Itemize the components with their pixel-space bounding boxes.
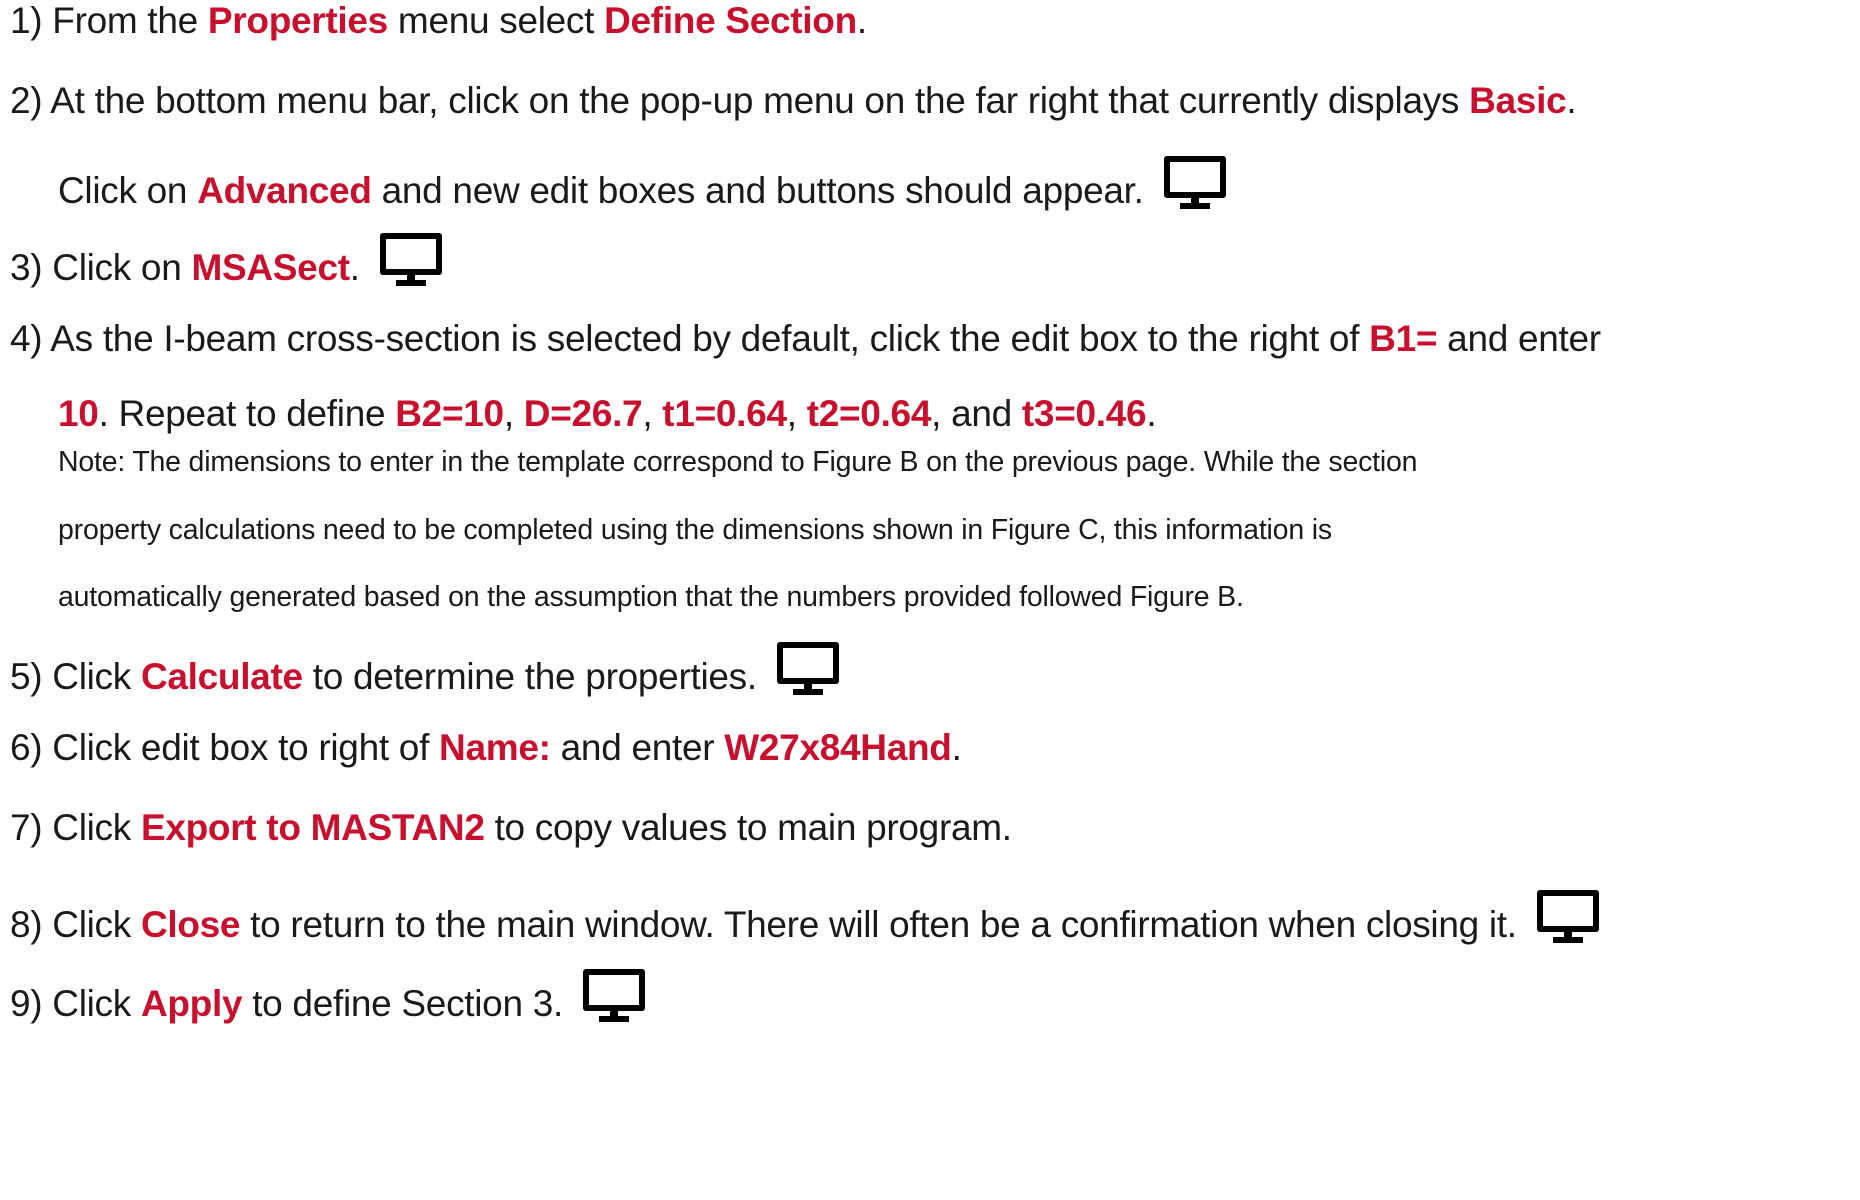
highlighted-term: t1=0.64 (662, 393, 787, 434)
highlighted-term: MSASect (191, 247, 350, 288)
step-text: to return to the main window. There will… (240, 904, 1517, 945)
note-line: property calculations need to be complet… (58, 514, 1332, 546)
highlighted-term: Define Section (604, 0, 857, 41)
highlighted-term: Basic (1469, 80, 1567, 121)
step-text: , (642, 393, 663, 434)
note-line: Note: The dimensions to enter in the tem… (58, 446, 1418, 478)
step-number: 1) (10, 0, 43, 41)
highlighted-term: Export to MASTAN2 (140, 807, 485, 848)
step-number: 7) (10, 807, 43, 848)
highlighted-term: 10 (58, 393, 99, 434)
step-text: Click on (58, 170, 198, 211)
highlighted-term: t2=0.64 (806, 393, 932, 434)
step-text: , and (931, 393, 1022, 434)
step-2-continued-line: Click on Advanced and new edit boxes and… (58, 155, 1228, 213)
step-number: 4) (10, 318, 43, 359)
highlighted-term: Close (140, 904, 241, 945)
monitor-icon[interactable] (775, 641, 841, 699)
highlighted-term: Properties (207, 0, 388, 41)
step-1-line: 1) From the Properties menu select Defin… (10, 0, 867, 42)
highlighted-term: B1= (1369, 318, 1438, 359)
step-text: . (1146, 393, 1157, 434)
step-text: and enter (1437, 318, 1601, 359)
step-number: 5) (10, 656, 43, 697)
step-text: Click (52, 656, 141, 697)
step-number: 2) (10, 80, 43, 121)
step-6-line: 6) Click edit box to right of Name: and … (10, 727, 962, 769)
step-text: As the I-beam cross-section is selected … (50, 318, 1370, 359)
step-number: 6) (10, 727, 43, 768)
step-text: From the (52, 0, 208, 41)
step-text: , (786, 393, 807, 434)
step-text: to copy values to main program. (484, 807, 1012, 848)
step-text: Click (52, 983, 141, 1024)
step-text: . (856, 0, 867, 41)
step-text: , (503, 393, 524, 434)
step-8-line: 8) Click Close to return to the main win… (10, 889, 1601, 947)
step-text: . Repeat to define (98, 393, 396, 434)
step-4-line: 4) As the I-beam cross-section is select… (10, 318, 1601, 360)
highlighted-term: t3=0.46 (1021, 393, 1147, 434)
step-number: 8) (10, 904, 43, 945)
step-text: and new edit boxes and buttons should ap… (371, 170, 1144, 211)
step-text: Click edit box to right of (52, 727, 440, 768)
note-line: automatically generated based on the ass… (58, 581, 1244, 613)
highlighted-term: D=26.7 (523, 393, 643, 434)
monitor-icon[interactable] (581, 968, 647, 1026)
step-4-continued-line: 10. Repeat to define B2=10, D=26.7, t1=0… (58, 393, 1157, 435)
highlighted-term: Name: (439, 727, 551, 768)
step-text: and enter (550, 727, 725, 768)
step-text: to define Section 3. (242, 983, 563, 1024)
step-2-line: 2) At the bottom menu bar, click on the … (10, 80, 1577, 122)
step-text: to determine the properties. (302, 656, 757, 697)
monitor-icon[interactable] (1162, 155, 1228, 213)
highlighted-term: Advanced (197, 170, 372, 211)
step-number: 9) (10, 983, 43, 1024)
step-3-line: 3) Click on MSASect. (10, 232, 444, 290)
monitor-icon[interactable] (1535, 889, 1601, 947)
step-7-line: 7) Click Export to MASTAN2 to copy value… (10, 807, 1012, 849)
highlighted-term: W27x84Hand (724, 727, 952, 768)
step-text: . (1566, 80, 1577, 121)
step-text: Click (52, 807, 141, 848)
highlighted-term: B2=10 (395, 393, 504, 434)
step-5-line: 5) Click Calculate to determine the prop… (10, 641, 841, 699)
step-text: . (349, 247, 360, 288)
step-9-line: 9) Click Apply to define Section 3. (10, 968, 647, 1026)
step-text: Click on (52, 247, 192, 288)
step-text: At the bottom menu bar, click on the pop… (50, 80, 1470, 121)
step-text: . (951, 727, 962, 768)
monitor-icon[interactable] (378, 232, 444, 290)
highlighted-term: Apply (140, 983, 243, 1024)
step-text: Click (52, 904, 141, 945)
step-number: 3) (10, 247, 43, 288)
highlighted-term: Calculate (140, 656, 303, 697)
step-text: menu select (387, 0, 605, 41)
